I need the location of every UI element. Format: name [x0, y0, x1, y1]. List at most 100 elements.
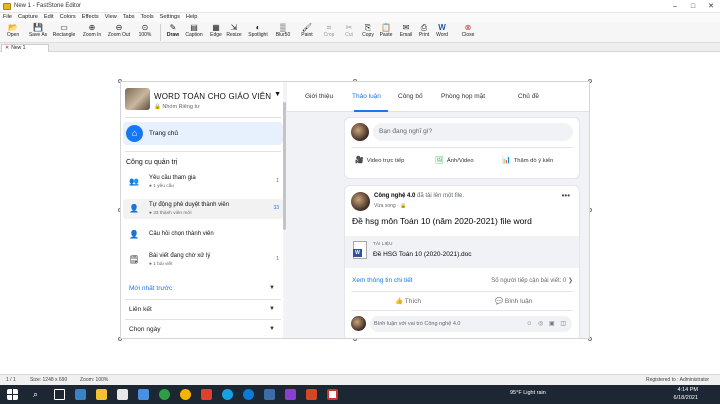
- photo-video-label: Ảnh/Video: [446, 158, 474, 164]
- group-header[interactable]: WORD TOÁN CHO GIÁO VIÊN 🔒 Nhóm Riêng tư …: [125, 86, 281, 112]
- app-icon[interactable]: [201, 389, 212, 400]
- copy-icon: ⎘: [364, 23, 372, 32]
- blur-button[interactable]: ▒ Blur50: [270, 23, 296, 42]
- menu-capture[interactable]: Capture: [15, 13, 41, 22]
- menu-edit[interactable]: Edit: [41, 13, 57, 22]
- sort-newest-dropdown[interactable]: Mới nhất trước ▼: [123, 282, 281, 296]
- caption-icon: ▤: [190, 23, 198, 32]
- sidebar-item-home[interactable]: ⌂ Trang chủ: [123, 122, 283, 145]
- close-button[interactable]: ⊗ Close: [455, 23, 481, 42]
- document-tab-strip: ✕ New 1: [0, 43, 720, 52]
- menu-tools[interactable]: Tools: [138, 13, 157, 22]
- reach-count[interactable]: Số người tiếp cận bài viết: 0 ❯: [491, 277, 573, 284]
- attachment-filename[interactable]: Đề HSG Toán 10 (2020-2021).doc: [373, 251, 472, 258]
- rectangle-select-icon: ▭: [60, 23, 68, 32]
- app-icon[interactable]: [75, 389, 86, 400]
- app-icon[interactable]: [138, 389, 149, 400]
- more-options-icon[interactable]: •••: [562, 191, 570, 200]
- scrollbar-thumb[interactable]: [283, 102, 286, 230]
- photo-video-button[interactable]: 🖼 Ảnh/Video: [435, 156, 474, 164]
- save-icon: 💾: [33, 23, 43, 32]
- chrome-icon[interactable]: [180, 389, 191, 400]
- tab-discussion[interactable]: Thảo luận: [352, 93, 381, 100]
- file-attachment[interactable]: W TÀI LIỆU Đề HSG Toán 10 (2020-2021).do…: [345, 236, 579, 268]
- resize-button[interactable]: ⇲ Resize: [221, 23, 247, 42]
- captured-screenshot[interactable]: WORD TOÁN CHO GIÁO VIÊN 🔒 Nhóm Riêng tư …: [120, 81, 590, 339]
- app-icon[interactable]: [264, 389, 275, 400]
- faststone-icon[interactable]: [327, 389, 338, 400]
- word-button[interactable]: W Word: [429, 23, 455, 42]
- save-as-button[interactable]: 💾 Save As: [25, 23, 51, 42]
- start-icon[interactable]: [7, 389, 18, 400]
- app-icon[interactable]: [285, 389, 296, 400]
- post-author[interactable]: Công nghệ 4.0: [374, 193, 415, 199]
- zoom-out-button[interactable]: ⊖ Zoom Out: [106, 23, 132, 42]
- links-label: Liên kết: [129, 306, 152, 313]
- menu-settings[interactable]: Settings: [157, 13, 183, 22]
- app-icon[interactable]: [306, 389, 317, 400]
- menu-file[interactable]: File: [0, 13, 15, 22]
- tab-announcements[interactable]: Công bố: [398, 93, 423, 100]
- edge-browser-icon[interactable]: [243, 389, 254, 400]
- tab-close-icon[interactable]: ✕: [5, 45, 9, 51]
- tab-topics[interactable]: Chủ đề: [518, 93, 539, 100]
- search-icon[interactable]: ⌕: [30, 389, 41, 400]
- caret-down-icon[interactable]: ▼: [274, 91, 281, 98]
- people-icon: 👥: [129, 177, 139, 186]
- menu-help[interactable]: Help: [183, 13, 201, 22]
- store-icon[interactable]: [117, 389, 128, 400]
- clock-date[interactable]: 6/18/2021: [665, 395, 698, 401]
- rectangle-label: Rectangle: [52, 32, 76, 38]
- sidebar-item-join-requests[interactable]: 👥 Yêu cầu tham gia ● 1 yêu cầu 1: [123, 172, 283, 192]
- open-button[interactable]: 📂 Open: [0, 23, 26, 42]
- close-window-button[interactable]: ✕: [702, 0, 720, 13]
- file-explorer-icon[interactable]: [96, 389, 107, 400]
- comment-input[interactable]: Bình luận với vai trò Công nghệ 4.0 ☺ ◎ …: [370, 316, 572, 332]
- author-avatar[interactable]: [351, 192, 370, 211]
- divider: [125, 151, 281, 152]
- email-icon: ✉: [402, 23, 410, 32]
- tab-rooms[interactable]: Phòng họp mặt: [441, 93, 485, 100]
- menu-tabs[interactable]: Tabs: [120, 13, 138, 22]
- tool-title: Yêu cầu tham gia: [149, 175, 196, 181]
- person-check-icon: 👤: [129, 204, 139, 213]
- like-button[interactable]: 👍 Thích: [395, 297, 421, 305]
- composer-input[interactable]: Bạn đang nghĩ gì?: [373, 123, 573, 141]
- rectangle-button[interactable]: ▭ Rectangle: [51, 23, 77, 42]
- comment-tools-icons[interactable]: ☺ ◎ ▣ ◫: [526, 316, 568, 332]
- live-video-button[interactable]: 🎥 Video trực tiếp: [355, 156, 404, 164]
- tool-title: Câu hỏi chọn thành viên: [149, 231, 214, 237]
- app-icon[interactable]: [222, 389, 233, 400]
- links-dropdown[interactable]: Liên kết ▼: [123, 303, 281, 317]
- resize-label: Resize: [226, 32, 242, 38]
- task-view-icon[interactable]: [54, 389, 65, 400]
- toolbar: 📂 Open 💾 Save As ▭ Rectangle ⊕ Zoom In ⊖ Zoom…: [0, 22, 720, 43]
- post-timestamp[interactable]: Vừa xong · 🔒: [374, 203, 406, 209]
- clock-time[interactable]: 4:14 PM: [668, 387, 698, 393]
- admin-tools-heading: Công cụ quản trị: [126, 159, 178, 166]
- sidebar-scrollbar[interactable]: [283, 82, 286, 338]
- sidebar-item-pending-posts[interactable]: 🗒 Bài viết đang chờ xử lý ● 1 bài viết 1: [123, 250, 283, 270]
- maximize-button[interactable]: □: [684, 0, 702, 13]
- menu-colors[interactable]: Colors: [57, 13, 79, 22]
- poll-button[interactable]: 📊 Thăm dò ý kiến: [502, 156, 553, 164]
- menu-view[interactable]: View: [102, 13, 120, 22]
- view-details-link[interactable]: Xem thông tin chi tiết: [352, 277, 413, 284]
- comment-button[interactable]: 💬 Bình luận: [495, 297, 532, 305]
- actual-size-button[interactable]: ⊙ 100%: [132, 23, 158, 42]
- sidebar-item-auto-approve[interactable]: 👤 Tự động phê duyệt thành viên ● 33 thàn…: [123, 199, 283, 219]
- app-icon[interactable]: [159, 389, 170, 400]
- document-tab[interactable]: ✕ New 1: [1, 44, 49, 52]
- date-dropdown[interactable]: Chọn ngày ▼: [123, 323, 281, 337]
- divider: [125, 117, 281, 118]
- minimize-button[interactable]: –: [666, 0, 684, 13]
- zoom-in-button[interactable]: ⊕ Zoom In: [79, 23, 105, 42]
- weather-widget[interactable]: 95°F Light rain: [510, 390, 546, 396]
- tab-about[interactable]: Giới thiệu: [305, 93, 333, 100]
- spotlight-button[interactable]: ◐ Spotlight: [245, 23, 271, 42]
- sidebar-item-member-questions[interactable]: 👤 Câu hỏi chọn thành viên: [123, 225, 283, 245]
- resize-icon: ⇲: [230, 23, 238, 32]
- menu-effects[interactable]: Effects: [79, 13, 102, 22]
- person-question-icon: 👤: [129, 230, 139, 239]
- divider: [351, 310, 573, 311]
